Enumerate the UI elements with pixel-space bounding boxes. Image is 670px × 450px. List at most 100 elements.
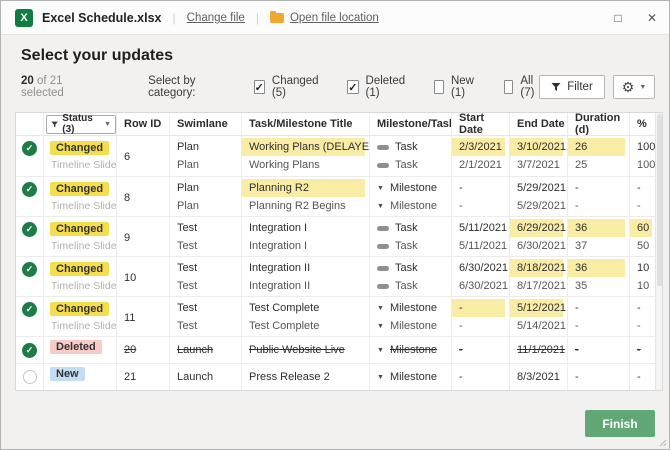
- cell-value: Test: [177, 222, 198, 234]
- cell-value: 5/29/2021: [517, 182, 566, 194]
- cell-value: Task: [370, 156, 451, 174]
- percent-cell: --: [630, 297, 657, 336]
- cell-value: Task: [370, 237, 451, 255]
- status-filter-dropdown[interactable]: Status (3) ▼: [46, 113, 116, 135]
- kind-label: Task: [395, 240, 418, 252]
- scrollbar-thumb[interactable]: [657, 114, 662, 286]
- table-row[interactable]: ✓ Deleted 20 Launch Public Website Live ▼ Mile…: [16, 336, 657, 363]
- cell-value: 36: [568, 259, 625, 277]
- kind-label: Milestone: [389, 344, 438, 356]
- gear-icon: ⚙: [621, 79, 635, 95]
- row-selected-check-icon[interactable]: ✓: [22, 343, 37, 358]
- cell-value: 3/7/2021: [517, 159, 560, 171]
- swimlane-cell: Launch: [170, 337, 242, 363]
- cell-value: ▼ Milestone: [370, 179, 451, 197]
- task-bar-icon: [377, 284, 389, 289]
- row-selected-check-icon[interactable]: ✓: [22, 262, 37, 277]
- change-file-link[interactable]: Change file: [187, 12, 245, 24]
- table-row[interactable]: ✓ Changed Timeline Slide 10 Test Test Integrat…: [16, 256, 657, 296]
- row-id-cell: 20: [117, 337, 170, 363]
- vertical-scrollbar[interactable]: [655, 113, 662, 390]
- title-bar: X Excel Schedule.xlsx | Change file | Op…: [1, 1, 669, 35]
- row-unselected-circle-icon[interactable]: [22, 370, 37, 384]
- category-checkbox[interactable]: [433, 80, 444, 94]
- filter-button[interactable]: Filter: [539, 75, 605, 99]
- task-title-cell: Press Release 2: [242, 364, 370, 390]
- start-date-cell: -: [452, 337, 510, 363]
- kind-label: Task: [395, 280, 418, 292]
- open-file-location-link[interactable]: Open file location: [290, 12, 379, 24]
- milestone-task-cell: Task Task: [370, 136, 452, 176]
- status-subtitle: Timeline Slide: [51, 320, 117, 332]
- kind-label: Milestone: [389, 200, 438, 212]
- cell-value: Working Plans (DELAYED): [242, 138, 369, 156]
- dialog-footer: Finish: [1, 391, 669, 449]
- category-checkbox-label: New (1): [450, 75, 474, 99]
- cell-value: -: [459, 182, 463, 194]
- header-swimlane: Swimlane: [170, 113, 242, 135]
- table-row[interactable]: ✓ Changed Timeline Slide 11 Test Test Test Com…: [16, 296, 657, 336]
- category-option: All (7): [503, 75, 539, 99]
- cell-value: 36: [568, 219, 625, 237]
- settings-dropdown-button[interactable]: ⚙ ▼: [613, 75, 655, 99]
- swimlane-cell: Plan Plan: [170, 177, 242, 216]
- table-row[interactable]: ✓ Changed Timeline Slide 6 Plan Plan Working P…: [16, 136, 657, 176]
- status-cell: Changed Timeline Slide: [44, 297, 117, 336]
- cell-value: -: [459, 344, 463, 356]
- row-selected-check-icon[interactable]: ✓: [22, 182, 37, 197]
- table-row[interactable]: ✓ Changed Timeline Slide 9 Test Test Integrati…: [16, 216, 657, 256]
- percent-cell: 100 100: [630, 136, 657, 176]
- end-date-cell: 3/10/2021 3/7/2021: [510, 136, 568, 176]
- duration-cell: 26 25: [568, 136, 630, 176]
- cell-value: Task: [370, 219, 451, 237]
- row-selected-check-icon[interactable]: ✓: [22, 141, 37, 156]
- percent-cell: 10 10: [630, 257, 657, 296]
- status-cell: Changed Timeline Slide: [44, 136, 117, 176]
- start-date-cell: 2/3/2021 2/1/2021: [452, 136, 510, 176]
- kind-label: Task: [395, 159, 418, 171]
- cell-value: 37: [575, 240, 588, 252]
- category-checkbox[interactable]: ✓: [253, 80, 265, 94]
- cell-value: Working Plans: [249, 159, 320, 171]
- row-id-cell: 21: [117, 364, 170, 390]
- cell-value: Test: [177, 302, 198, 314]
- cell-value: 35: [575, 280, 588, 292]
- resize-grip-icon[interactable]: [659, 439, 667, 447]
- row-select-cell: ✓: [16, 257, 44, 296]
- table-row[interactable]: New 21 Launch Press Release 2 ▼ Milestone - 8/3…: [16, 363, 657, 390]
- maximize-button[interactable]: □: [601, 1, 635, 34]
- cell-value: Planning R2 Begins: [249, 200, 346, 212]
- end-date-cell: 5/29/2021 5/29/2021: [510, 177, 568, 216]
- cell-value: 60: [630, 219, 652, 237]
- category-checkbox[interactable]: ✓: [347, 80, 359, 94]
- duration-cell: --: [568, 297, 630, 336]
- row-selected-check-icon[interactable]: ✓: [22, 222, 37, 237]
- status-badge: Deleted: [50, 340, 102, 354]
- cell-value: 2/1/2021: [459, 159, 502, 171]
- status-filter-label: Status (3): [62, 113, 93, 135]
- cell-value: -: [575, 182, 579, 194]
- table-row[interactable]: ✓ Changed Timeline Slide 8 Plan Plan Planning …: [16, 176, 657, 216]
- milestone-icon: ▼: [377, 323, 384, 330]
- selected-count: 20 of 21 selected: [21, 75, 92, 99]
- end-date-cell: 8/18/2021 8/17/2021: [510, 257, 568, 296]
- category-checkbox[interactable]: [503, 80, 514, 94]
- duration-cell: -: [568, 364, 630, 390]
- filter-button-label: Filter: [567, 81, 593, 93]
- status-subtitle: Timeline Slide: [51, 159, 117, 171]
- row-select-cell: ✓: [16, 177, 44, 216]
- milestone-task-cell: ▼ Milestone ▼ Milestone: [370, 297, 452, 336]
- task-bar-icon: [377, 163, 389, 168]
- cell-value: Task: [370, 259, 451, 277]
- finish-button[interactable]: Finish: [585, 410, 655, 437]
- task-bar-icon: [377, 244, 389, 249]
- row-selected-check-icon[interactable]: ✓: [22, 302, 37, 317]
- duration-cell: -: [568, 337, 630, 363]
- cell-value: 6/29/2021: [510, 219, 566, 237]
- cell-value: 25: [575, 159, 588, 171]
- swimlane-cell: Plan Plan: [170, 136, 242, 176]
- status-badge: Changed: [50, 302, 110, 316]
- close-button[interactable]: ✕: [635, 1, 669, 34]
- status-cell: Changed Timeline Slide: [44, 177, 117, 216]
- cell-value: 50: [637, 240, 650, 252]
